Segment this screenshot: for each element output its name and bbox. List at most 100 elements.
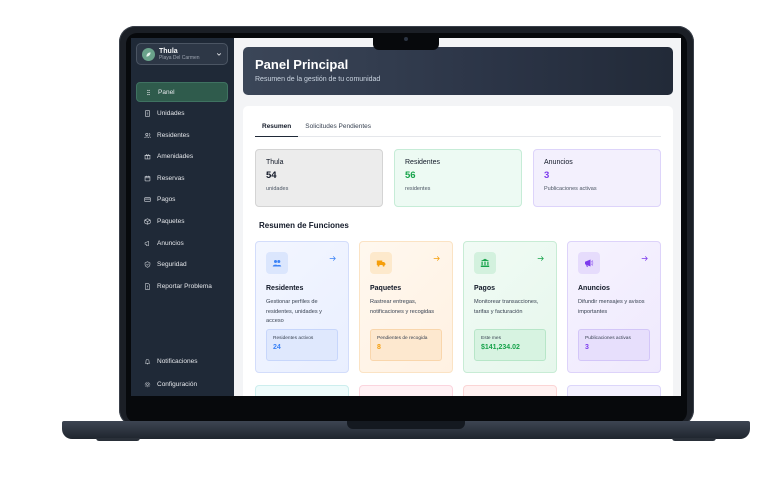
feature-title: Pagos [474,285,496,292]
sidebar-item-residentes[interactable]: Residentes [136,125,228,145]
feature-stat-label: Pendientes de recogida [377,336,428,341]
stat-card-unidades[interactable]: Thula 54 unidades [255,149,383,207]
gear-icon [144,381,151,388]
stat-subtitle: residentes [405,186,431,192]
stat-subtitle: unidades [266,186,289,192]
arrow-right-icon[interactable] [641,255,648,262]
laptop-foot [672,438,716,441]
sidebar-item-seguridad[interactable]: Seguridad [136,255,228,275]
sidebar-bottom-nav: Notificaciones Configuración [136,351,228,396]
feature-stat: Publicaciones activas 3 [578,329,650,361]
feature-stat: Este mes $141,234.02 [474,329,546,361]
feature-stat-value: 8 [377,344,381,351]
sidebar-item-reservas[interactable]: Reservas [136,168,228,188]
stat-value: 3 [544,170,550,181]
sidebar-item-panel[interactable]: Panel [136,82,228,102]
sidebar-item-configuracion[interactable]: Configuración [136,375,228,395]
sidebar-item-label: Notificaciones [157,357,198,365]
sidebar-item-paquetes[interactable]: Paquetes [136,212,228,232]
feature-icon [474,252,496,274]
stat-title: Thula [266,159,284,166]
camera-icon [404,37,408,41]
main-content: Panel Principal Resumen de la gestión de… [234,38,681,396]
sidebar: Thula Playa Del Carmen Panel Unidades Re… [131,38,234,396]
chevron-down-icon [216,53,222,56]
content-panel: Resumen Solicitudes Pendientes Thula 54 … [243,106,673,396]
feature-title: Residentes [266,285,304,292]
feature-stat-label: Publicaciones activas [585,336,631,341]
sidebar-item-label: Seguridad [157,261,187,269]
feature-description: Monitorear transacciones, tarifas y fact… [474,299,539,315]
sidebar-item-label: Configuración [157,381,198,388]
feature-icon [370,252,392,274]
package-icon [144,218,151,225]
bell-icon [144,358,151,364]
feature-icon [578,252,600,274]
calendar-icon [144,175,151,182]
section-title: Resumen de Funciones [259,221,349,230]
tab-resumen[interactable]: Resumen [255,121,299,137]
feature-title: Anuncios [578,285,610,292]
megaphone-icon [585,259,594,268]
feature-description: Difundir mensajes y avisos importantes [578,299,645,315]
stat-subtitle: Publicaciones activas [544,186,597,192]
feature-card-partial[interactable] [567,385,661,396]
page-title: Panel Principal [255,57,349,72]
sidebar-item-label: Panel [158,88,175,96]
feature-card-paquetes[interactable]: Paquetes Rastrear entregas, notificacion… [359,241,453,373]
feature-card-partial[interactable] [255,385,349,396]
arrow-right-icon[interactable] [433,255,440,262]
community-location: Playa Del Carmen [159,54,200,61]
feature-card-pagos[interactable]: Pagos Monitorear transacciones, tarifas … [463,241,557,373]
feature-description: Gestionar perfiles de residentes, unidad… [266,299,322,324]
page-header: Panel Principal Resumen de la gestión de… [243,47,673,95]
feature-card-partial[interactable] [359,385,453,396]
sidebar-item-label: Unidades [157,110,185,118]
feature-stat: Residentes activos 24 [266,329,338,361]
feature-stat: Pendientes de recogida 8 [370,329,442,361]
sidebar-item-reportar-problema[interactable]: Reportar Problema [136,276,228,296]
stat-card-anuncios[interactable]: Anuncios 3 Publicaciones activas [533,149,661,207]
sidebar-item-notificaciones[interactable]: Notificaciones [136,351,228,371]
sidebar-item-anuncios[interactable]: Anuncios [136,233,228,253]
feature-stat-value: $141,234.02 [481,344,520,351]
tab-solicitudes-pendientes[interactable]: Solicitudes Pendientes [298,121,378,137]
sidebar-item-pagos[interactable]: Pagos [136,190,228,210]
sidebar-item-unidades[interactable]: Unidades [136,104,228,124]
laptop-mockup: Thula Playa Del Carmen Panel Unidades Re… [0,0,768,480]
page-subtitle: Resumen de la gestión de tu comunidad [255,76,381,83]
report-icon [145,283,150,290]
users-icon [272,260,282,267]
users-icon [144,132,151,138]
feature-icon [266,252,288,274]
sidebar-item-label: Pagos [157,196,176,204]
shield-icon [144,261,151,268]
building-icon [145,110,150,117]
feature-card-residentes[interactable]: Residentes Gestionar perfiles de residen… [255,241,349,373]
stat-title: Anuncios [544,159,573,166]
sidebar-nav: Panel Unidades Residentes Amenidades Res… [136,82,228,298]
stat-card-residentes[interactable]: Residentes 56 residentes [394,149,522,207]
feature-card-anuncios[interactable]: Anuncios Difundir mensajes y avisos impo… [567,241,661,373]
tab-bar: Resumen Solicitudes Pendientes [255,121,661,137]
arrow-right-icon[interactable] [537,255,544,262]
sidebar-item-label: Residentes [157,131,190,139]
stat-value: 56 [405,170,416,181]
community-switcher[interactable]: Thula Playa Del Carmen [136,43,228,65]
community-avatar [142,47,155,61]
arrow-right-icon[interactable] [329,255,336,262]
app-screen: Thula Playa Del Carmen Panel Unidades Re… [131,38,681,396]
gift-icon [144,154,151,160]
feature-description: Rastrear entregas, notificaciones y reco… [370,299,435,315]
sidebar-item-amenidades[interactable]: Amenidades [136,147,228,167]
feature-card-partial[interactable] [463,385,557,396]
stat-title: Residentes [405,159,441,166]
megaphone-icon [144,240,149,246]
feature-title: Paquetes [370,285,402,292]
credit-card-icon [144,197,151,203]
grid-dots-icon [147,89,150,95]
feature-stat-value: 24 [273,344,281,351]
sidebar-item-label: Amenidades [157,153,194,161]
truck-icon [376,260,386,267]
laptop-base-groove [347,421,465,429]
